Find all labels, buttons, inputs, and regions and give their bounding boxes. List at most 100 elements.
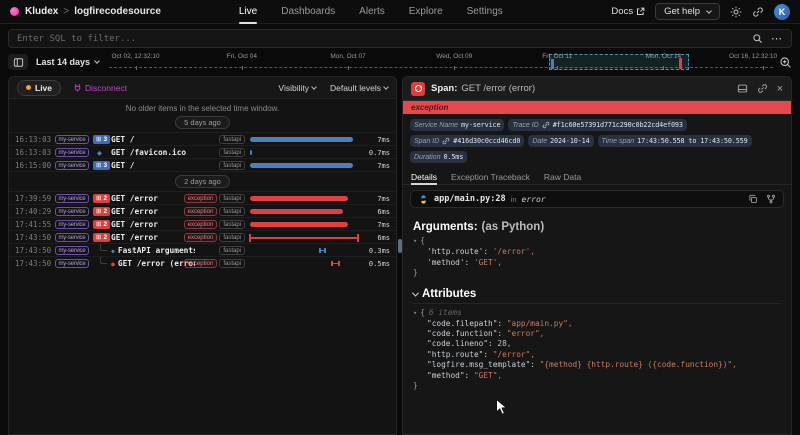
duration-bar[interactable] bbox=[250, 137, 353, 142]
fastapi-tag[interactable]: fastapi bbox=[219, 148, 245, 157]
code-file-path[interactable]: app/main.py:28 bbox=[434, 194, 506, 204]
service-tag[interactable]: my-service bbox=[55, 220, 89, 229]
fastapi-tag[interactable]: fastapi bbox=[219, 135, 245, 144]
span-name[interactable]: GET /error bbox=[111, 194, 158, 203]
expand-icon: ⊞ bbox=[96, 207, 101, 216]
sql-filter-input[interactable]: Enter SQL to filter... ⋯ bbox=[8, 29, 792, 48]
service-tag[interactable]: my-service bbox=[55, 135, 89, 144]
trace-row[interactable]: 16:13:03 my-service ◆ GET /favicon.ico f… bbox=[9, 145, 396, 158]
breadcrumb-org[interactable]: Kludex bbox=[25, 6, 58, 17]
close-icon[interactable]: × bbox=[777, 84, 783, 94]
tab-alerts[interactable]: Alerts bbox=[359, 0, 385, 24]
tab-raw-data[interactable]: Raw Data bbox=[544, 168, 581, 185]
duration-bar[interactable] bbox=[250, 222, 348, 227]
service-tag[interactable]: my-service bbox=[55, 246, 89, 255]
service-tag[interactable]: my-service bbox=[55, 233, 89, 242]
row-duration: 6ms bbox=[364, 234, 390, 242]
tab-settings[interactable]: Settings bbox=[467, 0, 503, 24]
panel-resize-handle[interactable] bbox=[398, 239, 402, 253]
fastapi-tag[interactable]: fastapi bbox=[219, 194, 245, 203]
time-range-dropdown[interactable]: Last 14 days bbox=[36, 57, 99, 67]
exception-tag[interactable]: exception bbox=[184, 207, 218, 216]
collapse-count-badge[interactable]: ⊞2 bbox=[93, 233, 110, 242]
span-name[interactable]: GET / bbox=[111, 161, 134, 170]
exception-tag[interactable]: exception bbox=[184, 194, 218, 203]
span-name[interactable]: FastAPI arguments bbox=[118, 246, 195, 255]
timeline-selection[interactable] bbox=[549, 54, 688, 70]
docs-link[interactable]: Docs bbox=[611, 6, 645, 17]
tab-details[interactable]: Details bbox=[411, 168, 437, 185]
fastapi-tag[interactable]: fastapi bbox=[219, 207, 245, 216]
meta-span-id[interactable]: Span ID #416d30c0ccd46cd0 bbox=[410, 135, 524, 147]
default-levels-dropdown[interactable]: Default levels bbox=[330, 83, 388, 93]
service-tag[interactable]: my-service bbox=[55, 207, 89, 216]
span-marker[interactable] bbox=[331, 261, 340, 266]
theme-toggle-button[interactable] bbox=[730, 6, 742, 18]
exception-tag[interactable]: exception bbox=[184, 220, 218, 229]
tab-live[interactable]: Live bbox=[239, 0, 257, 24]
service-tag[interactable]: my-service bbox=[55, 259, 89, 268]
trace-child-row[interactable]: 17:43:50 my-service ◆FastAPI arguments f… bbox=[9, 243, 396, 256]
duration-bar[interactable] bbox=[250, 150, 252, 155]
timeline-tick: Oct 16, 12:32:10 bbox=[729, 53, 777, 60]
breadcrumb-project[interactable]: logfirecodesource bbox=[74, 6, 161, 17]
exception-tag[interactable]: exception bbox=[184, 259, 218, 268]
fastapi-tag[interactable]: fastapi bbox=[219, 161, 245, 170]
expand-count-badge[interactable]: ⊞3 bbox=[93, 135, 110, 144]
sidebar-toggle-button[interactable] bbox=[8, 54, 28, 70]
trace-row[interactable]: 16:13:03 my-service ⊞3 GET / fastapi 7ms bbox=[9, 132, 396, 145]
service-tag[interactable]: my-service bbox=[55, 148, 89, 157]
source-branch-icon[interactable] bbox=[766, 194, 776, 204]
tab-explore[interactable]: Explore bbox=[409, 0, 443, 24]
service-tag[interactable]: my-service bbox=[55, 194, 89, 203]
fastapi-tag[interactable]: fastapi bbox=[219, 233, 245, 242]
span-name[interactable]: GET / bbox=[111, 135, 134, 144]
visibility-dropdown[interactable]: Visibility bbox=[278, 83, 316, 93]
fastapi-tag[interactable]: fastapi bbox=[219, 259, 245, 268]
timeline[interactable]: Oct 02, 12:32:10 Fri, Oct 04 Mon, Oct 07… bbox=[109, 52, 773, 72]
code-location-bar[interactable]: app/main.py:28 in error bbox=[410, 190, 784, 208]
fastapi-tag[interactable]: fastapi bbox=[219, 246, 245, 255]
copy-icon[interactable] bbox=[748, 194, 758, 204]
meta-trace-id[interactable]: Trace ID #f1c60e57391d771c290c0b22cd4ef0… bbox=[508, 119, 686, 131]
disconnect-button[interactable]: Disconnect bbox=[73, 83, 127, 93]
user-avatar[interactable]: K bbox=[774, 4, 790, 20]
zoom-in-button[interactable] bbox=[779, 56, 792, 69]
expand-count-badge[interactable]: ⊞2 bbox=[93, 207, 110, 216]
duration-bar[interactable] bbox=[250, 209, 343, 214]
span-name[interactable]: GET /error bbox=[111, 233, 158, 242]
tab-exception-traceback[interactable]: Exception Traceback bbox=[451, 168, 530, 185]
span-marker[interactable] bbox=[319, 248, 326, 253]
fastapi-tag[interactable]: fastapi bbox=[219, 220, 245, 229]
get-help-button[interactable]: Get help bbox=[655, 3, 720, 20]
more-options-icon[interactable]: ⋯ bbox=[771, 36, 783, 42]
search-icon[interactable] bbox=[752, 33, 763, 44]
span-name[interactable]: GET /favicon.ico bbox=[111, 148, 186, 157]
duration-bar[interactable] bbox=[250, 163, 353, 168]
trace-row[interactable]: 17:41:55 my-service ⊞2 GET /error except… bbox=[9, 217, 396, 230]
expand-count-badge[interactable]: ⊞3 bbox=[93, 161, 110, 170]
span-name[interactable]: GET /error bbox=[111, 207, 158, 216]
meta-label: Span ID bbox=[414, 138, 439, 145]
duration-bar[interactable] bbox=[250, 196, 348, 201]
live-toggle-button[interactable]: Live bbox=[17, 80, 61, 96]
link-icon[interactable] bbox=[757, 83, 768, 94]
dock-panel-icon[interactable] bbox=[737, 83, 748, 94]
span-name[interactable]: GET /error bbox=[111, 220, 158, 229]
service-tag[interactable]: my-service bbox=[55, 161, 89, 170]
span-range-line[interactable] bbox=[249, 237, 359, 239]
trace-child-row-selected[interactable]: 17:43:50 my-service ●GET /error (error) … bbox=[9, 256, 396, 269]
expand-count-badge[interactable]: ⊞2 bbox=[93, 194, 110, 203]
share-link-button[interactable] bbox=[752, 6, 764, 18]
exception-tag[interactable]: exception bbox=[184, 233, 218, 242]
trace-row-expanded[interactable]: 17:43:50 my-service ⊞2 GET /error except… bbox=[9, 230, 396, 243]
trace-row[interactable]: 16:15:00 my-service ⊞3 GET / fastapi 7ms bbox=[9, 158, 396, 171]
trace-row[interactable]: 17:40:29 my-service ⊞2 GET /error except… bbox=[9, 204, 396, 217]
tab-dashboards[interactable]: Dashboards bbox=[281, 0, 335, 24]
default-levels-label: Default levels bbox=[330, 83, 381, 93]
main-nav: Live Dashboards Alerts Explore Settings bbox=[239, 0, 503, 24]
attributes-heading[interactable]: Attributes bbox=[413, 288, 781, 300]
expand-count-badge[interactable]: ⊞2 bbox=[93, 220, 110, 229]
trace-row[interactable]: 17:39:59 my-service ⊞2 GET /error except… bbox=[9, 191, 396, 204]
panel-divider[interactable] bbox=[397, 76, 402, 435]
